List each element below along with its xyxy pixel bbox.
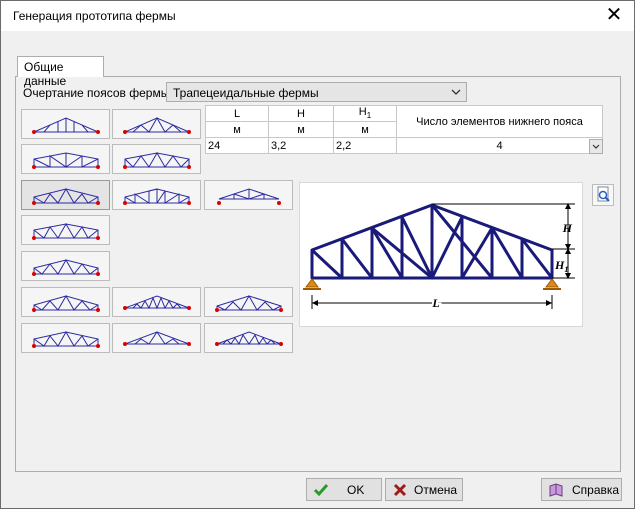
dimension-H1: H1 bbox=[554, 258, 568, 274]
truss-type-button[interactable] bbox=[204, 180, 293, 210]
close-icon[interactable]: ✕ bbox=[604, 4, 624, 26]
unit-L: м bbox=[205, 121, 269, 138]
chord-shape-value: Трапецеидальные фермы bbox=[173, 86, 319, 100]
value-bottom-chord-count[interactable]: 4 bbox=[396, 137, 603, 154]
truss-type-button[interactable] bbox=[112, 287, 201, 317]
help-label: Справка bbox=[572, 483, 620, 497]
tab-general[interactable]: Общие данные bbox=[17, 56, 104, 88]
header-bottom-chord-count: Число элементов нижнего пояса bbox=[396, 105, 603, 138]
chevron-down-icon bbox=[451, 89, 461, 95]
help-button[interactable]: Справка bbox=[541, 478, 622, 501]
magnifier-icon bbox=[597, 186, 610, 202]
header-L: L bbox=[205, 105, 269, 122]
bottom-chord-count-dropdown[interactable] bbox=[589, 139, 603, 154]
truss-preview: H H1 L bbox=[299, 182, 583, 327]
zoom-button[interactable] bbox=[592, 184, 614, 206]
tab-general-label: Общие данные bbox=[24, 60, 67, 88]
chord-shape-select[interactable]: Трапецеидальные фермы bbox=[166, 82, 467, 102]
truss-type-button[interactable] bbox=[112, 144, 201, 174]
cancel-button[interactable]: Отмена bbox=[385, 478, 463, 501]
truss-type-button[interactable] bbox=[21, 251, 110, 281]
book-icon bbox=[549, 483, 563, 497]
truss-type-button[interactable] bbox=[204, 287, 293, 317]
value-H1[interactable]: 2,2 bbox=[333, 137, 397, 154]
ok-button[interactable]: OK bbox=[306, 478, 382, 501]
chevron-down-icon bbox=[592, 144, 600, 149]
unit-H1: м bbox=[333, 121, 397, 138]
truss-type-button[interactable] bbox=[21, 287, 110, 317]
cancel-label: Отмена bbox=[414, 483, 458, 497]
truss-type-button[interactable] bbox=[21, 323, 110, 353]
window-title: Генерация прототипа фермы bbox=[13, 9, 176, 23]
truss-type-button-selected[interactable] bbox=[21, 180, 110, 210]
truss-type-button[interactable] bbox=[21, 144, 110, 174]
dimension-L: L bbox=[431, 296, 439, 310]
header-H: H bbox=[268, 105, 334, 122]
value-H[interactable]: 3,2 bbox=[268, 137, 334, 154]
truss-diagram: H H1 L bbox=[303, 203, 575, 312]
cross-icon bbox=[393, 483, 407, 497]
title-bar: Генерация прототипа фермы ✕ bbox=[1, 1, 634, 31]
dimension-H: H bbox=[562, 221, 573, 235]
truss-type-button[interactable] bbox=[21, 109, 110, 139]
truss-type-button[interactable] bbox=[204, 323, 293, 353]
chord-shape-label: Очертание поясов фермы bbox=[23, 86, 170, 100]
truss-type-button[interactable] bbox=[112, 109, 201, 139]
truss-type-button[interactable] bbox=[112, 180, 201, 210]
truss-type-button[interactable] bbox=[21, 215, 110, 245]
checkmark-icon bbox=[313, 484, 329, 497]
header-H1: H1 bbox=[333, 105, 397, 122]
truss-type-button[interactable] bbox=[112, 323, 201, 353]
dialog-window: Генерация прототипа фермы ✕ Общие данные… bbox=[0, 0, 635, 509]
parameters-table: L H H1 Число элементов нижнего пояса м м… bbox=[205, 105, 603, 154]
value-L[interactable]: 24 bbox=[205, 137, 269, 154]
unit-H: м bbox=[268, 121, 334, 138]
ok-label: OK bbox=[347, 483, 365, 497]
